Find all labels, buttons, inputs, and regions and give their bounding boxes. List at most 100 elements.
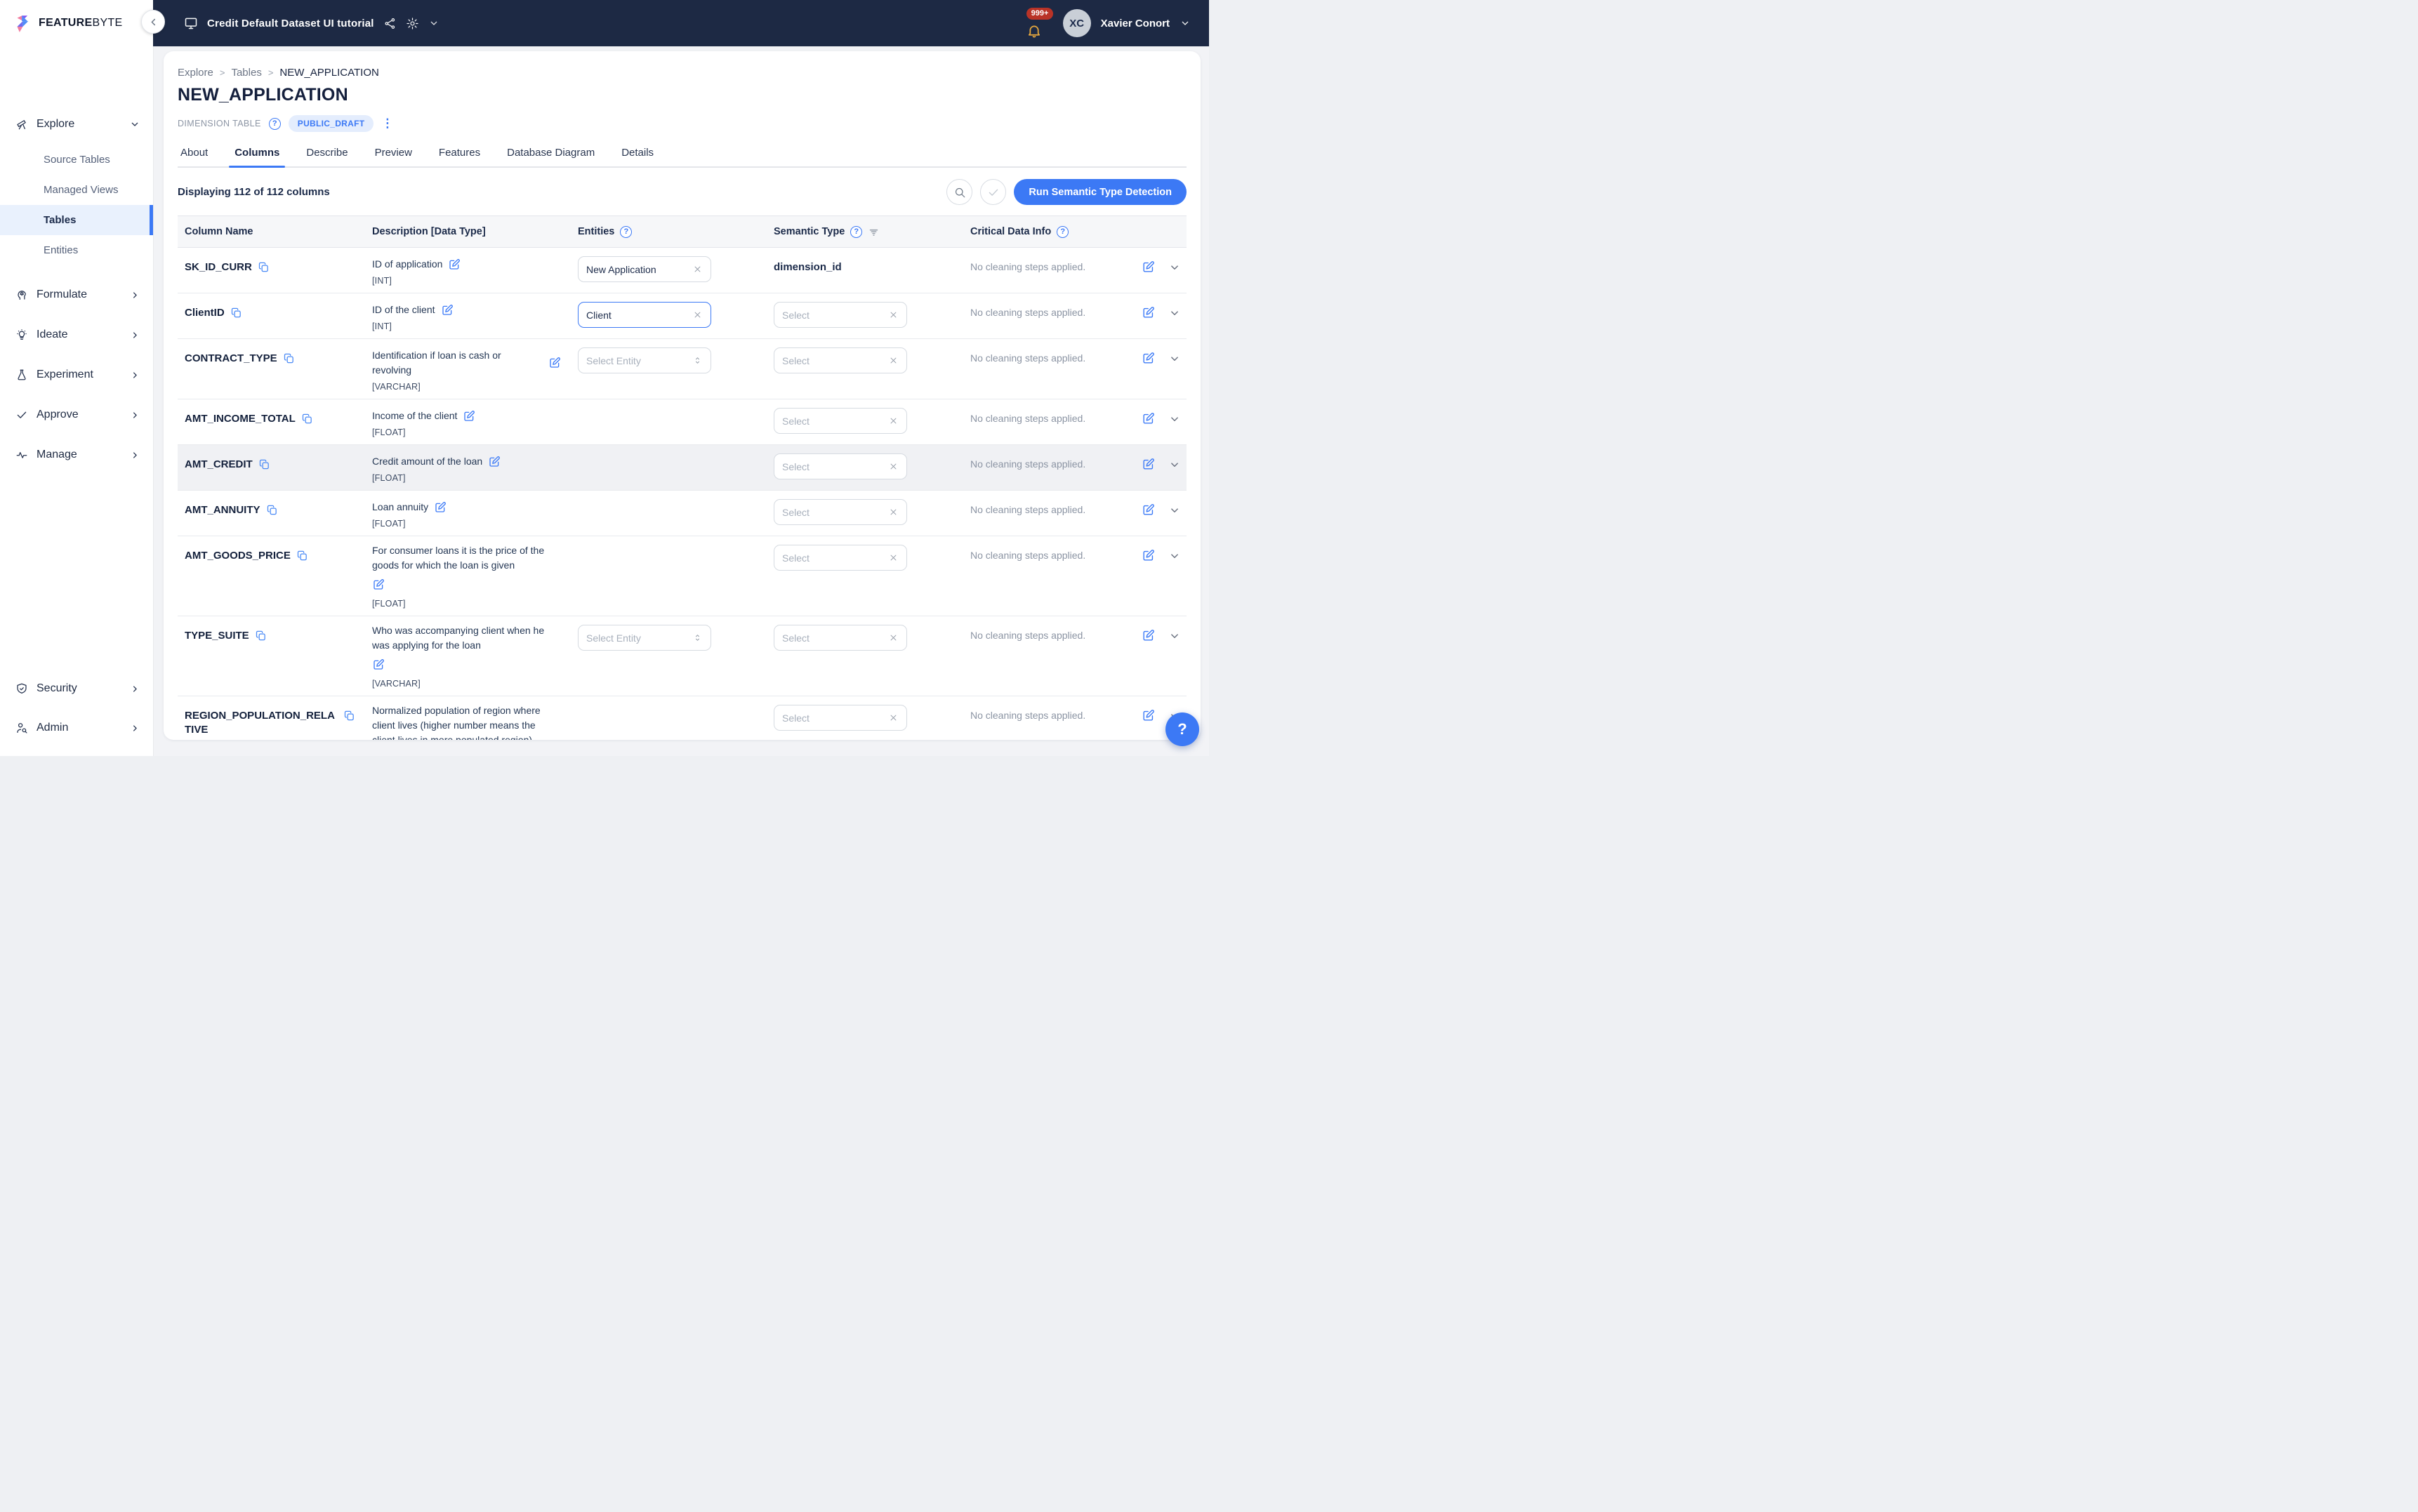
close-icon[interactable] [888,552,899,563]
breadcrumb-tables[interactable]: Tables [231,67,261,79]
sidebar-item-managed-views[interactable]: Managed Views [0,175,153,205]
semantic-type-select[interactable]: Select [774,347,907,373]
sidebar-item-experiment[interactable]: Experiment [0,364,153,385]
copy-icon[interactable] [258,458,270,470]
semantic-type-select[interactable]: Select [774,705,907,731]
copy-icon[interactable] [301,413,313,425]
copy-icon[interactable] [343,710,355,722]
avatar[interactable]: XC [1063,9,1091,37]
semantic-type-select[interactable]: Select [774,499,907,525]
edit-icon[interactable] [463,410,475,423]
close-icon[interactable] [888,507,899,517]
help-icon[interactable]: ? [1057,226,1069,238]
semantic-type-select[interactable]: Select [774,625,907,651]
edit-icon[interactable] [488,456,501,468]
copy-icon[interactable] [258,261,270,273]
sidebar-item-admin[interactable]: Admin [0,708,153,748]
help-icon[interactable]: ? [620,226,632,238]
row-expand-chevron-icon[interactable] [1168,630,1181,642]
close-icon[interactable] [692,264,703,274]
breadcrumb-explore[interactable]: Explore [178,67,213,79]
project-chevron-down-icon[interactable] [428,18,440,29]
featurebyte-logo: FEATUREBYTE [0,0,153,46]
semantic-type-select[interactable]: Select [774,545,907,571]
sidebar-item-security[interactable]: Security [0,669,153,708]
column-header-label: Semantic Type [774,226,845,237]
tab-describe[interactable]: Describe [305,141,349,166]
run-semantic-type-detection-button[interactable]: Run Semantic Type Detection [1014,179,1187,205]
table-type-help-icon[interactable]: ? [269,118,281,130]
edit-lg-icon[interactable] [1142,503,1155,517]
copy-icon[interactable] [266,504,278,516]
sidebar-item-entities[interactable]: Entities [0,235,153,265]
close-icon[interactable] [692,310,703,320]
column-description: Income of the client [372,409,457,423]
meta-row: DIMENSION TABLE ? PUBLIC_DRAFT ⋮ [178,115,1187,132]
edit-lg-icon[interactable] [1142,306,1155,319]
row-expand-chevron-icon[interactable] [1168,550,1181,562]
row-expand-chevron-icon[interactable] [1168,458,1181,471]
edit-lg-icon[interactable] [1142,709,1155,722]
copy-icon[interactable] [283,352,295,364]
tab-details[interactable]: Details [620,141,655,166]
semantic-type-select[interactable]: Select [774,408,907,434]
search-button[interactable] [946,179,972,205]
sidebar-item-formulate[interactable]: Formulate [0,284,153,305]
entity-select-dropdown[interactable]: Select Entity [578,625,711,651]
edit-icon[interactable] [372,578,385,591]
tab-features[interactable]: Features [437,141,482,166]
sidebar-item-tables[interactable]: Tables [0,205,153,235]
entity-chip[interactable]: New Application [578,256,711,282]
filter-icon[interactable] [868,226,880,238]
tab-columns[interactable]: Columns [233,141,281,166]
user-menu-chevron-down-icon[interactable] [1180,18,1191,29]
sidebar-item-explore[interactable]: Explore [0,114,153,135]
kebab-menu-icon[interactable]: ⋮ [381,120,393,127]
close-icon[interactable] [888,355,899,366]
edit-icon[interactable] [448,258,461,271]
tab-database-diagram[interactable]: Database Diagram [506,141,596,166]
confirm-button[interactable] [980,179,1006,205]
share-icon[interactable] [383,17,397,30]
sidebar-item-source-tables[interactable]: Source Tables [0,145,153,175]
entity-select-dropdown[interactable]: Select Entity [578,347,711,373]
entity-chip[interactable]: Client [578,302,711,328]
edit-icon[interactable] [441,304,454,317]
edit-lg-icon[interactable] [1142,458,1155,471]
close-icon[interactable] [888,632,899,643]
column-header-description-data-type-: Description [Data Type] [365,226,571,237]
tab-about[interactable]: About [179,141,209,166]
copy-icon[interactable] [296,550,308,562]
edit-icon[interactable] [434,501,447,514]
gear-icon[interactable] [406,17,419,30]
edit-lg-icon[interactable] [1142,629,1155,642]
semantic-type-select[interactable]: Select [774,302,907,328]
close-icon[interactable] [888,310,899,320]
edit-lg-icon[interactable] [1142,549,1155,562]
row-expand-chevron-icon[interactable] [1168,352,1181,365]
edit-lg-icon[interactable] [1142,352,1155,365]
help-button[interactable]: ? [1165,712,1199,746]
row-expand-chevron-icon[interactable] [1168,261,1181,274]
sidebar-item-approve[interactable]: Approve [0,404,153,425]
sidebar-item-ideate[interactable]: Ideate [0,324,153,345]
help-icon[interactable]: ? [850,226,862,238]
close-icon[interactable] [888,712,899,723]
row-expand-chevron-icon[interactable] [1168,504,1181,517]
tab-preview[interactable]: Preview [374,141,414,166]
edit-lg-icon[interactable] [1142,260,1155,274]
notifications-button[interactable]: 999+ [1025,8,1049,39]
close-icon[interactable] [888,416,899,426]
row-expand-chevron-icon[interactable] [1168,307,1181,319]
sidebar-item-label: Ideate [37,329,121,341]
row-expand-chevron-icon[interactable] [1168,413,1181,425]
edit-icon[interactable] [548,357,561,369]
copy-icon[interactable] [230,307,242,319]
sidebar-collapse-button[interactable] [141,10,165,34]
sidebar-item-manage[interactable]: Manage [0,444,153,465]
close-icon[interactable] [888,461,899,472]
edit-icon[interactable] [372,658,385,671]
semantic-type-select[interactable]: Select [774,453,907,479]
edit-lg-icon[interactable] [1142,412,1155,425]
copy-icon[interactable] [255,630,267,642]
